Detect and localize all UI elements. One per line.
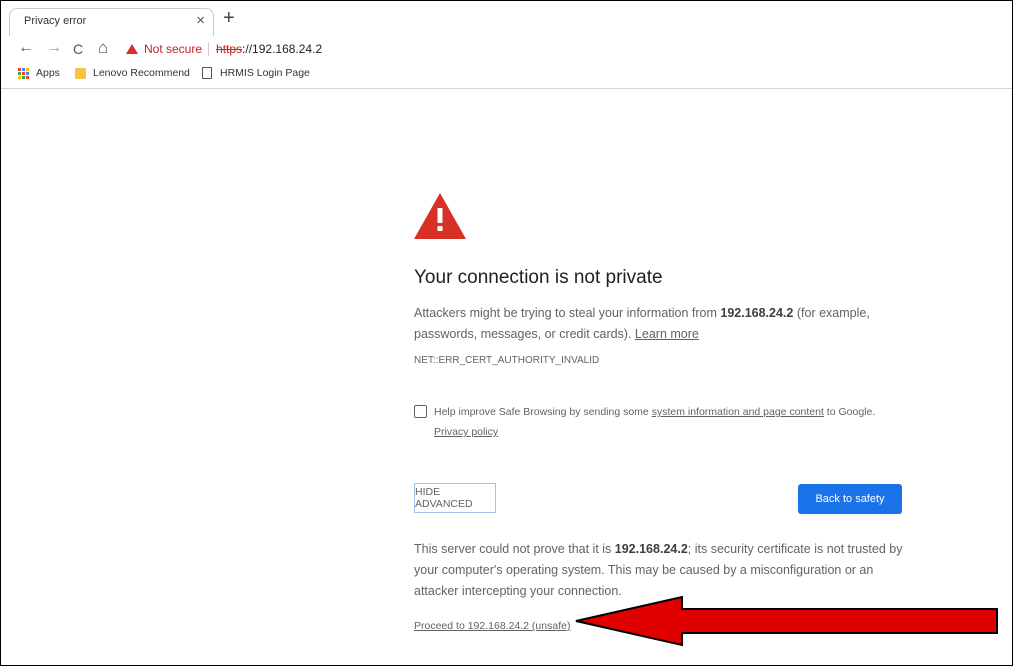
- new-tab-button[interactable]: +: [223, 7, 235, 29]
- annotation-arrow-icon: [575, 595, 998, 647]
- home-icon[interactable]: ⌂: [98, 38, 108, 58]
- warning-triangle-icon: [414, 193, 466, 239]
- host-name: 192.168.24.2: [720, 306, 794, 320]
- page-title: Your connection is not private: [414, 267, 663, 288]
- privacy-policy-link[interactable]: Privacy policy: [434, 426, 498, 438]
- forward-arrow-icon[interactable]: →: [46, 38, 62, 58]
- bookmark-label: Lenovo Recommend: [93, 67, 190, 79]
- tab-strip: Privacy error × +: [1, 1, 1012, 36]
- intro-text: Attackers might be trying to steal your …: [414, 303, 894, 345]
- bookmark-apps[interactable]: Apps: [18, 67, 60, 79]
- folder-icon: [75, 67, 86, 79]
- adv-text-3: your computer's operating system. This m…: [414, 563, 874, 577]
- learn-more-link[interactable]: Learn more: [635, 327, 699, 341]
- error-code: NET::ERR_CERT_AUTHORITY_INVALID: [414, 355, 600, 366]
- checkbox-text-2: to Google.: [823, 406, 876, 418]
- adv-host-name: 192.168.24.2: [614, 542, 688, 556]
- bookmarks-bar: Apps Lenovo Recommend HRMIS Login Page: [1, 62, 1012, 89]
- not-secure-label[interactable]: Not secure: [144, 42, 202, 56]
- close-icon[interactable]: ×: [196, 12, 205, 30]
- bookmark-label: HRMIS Login Page: [220, 67, 310, 79]
- apps-grid-icon: [18, 67, 29, 79]
- adv-text-2: ; its security certificate is not truste…: [687, 542, 903, 556]
- bookmark-label: Apps: [36, 67, 60, 79]
- toolbar: ← → C ⌂ Not secure https ://192.168.24.2: [1, 36, 1012, 62]
- browser-window: Privacy error × + ← → C ⌂ Not secure htt…: [0, 0, 1013, 666]
- advanced-details-text: This server could not prove that it is 1…: [414, 539, 904, 602]
- checkbox-text-1: Help improve Safe Browsing by sending so…: [434, 406, 652, 418]
- reload-icon[interactable]: C: [73, 39, 83, 59]
- back-to-safety-button[interactable]: Back to safety: [798, 484, 902, 514]
- address-bar[interactable]: Not secure https ://192.168.24.2: [126, 38, 986, 60]
- intro-text-2: (for example,: [793, 306, 870, 320]
- proceed-unsafe-link[interactable]: Proceed to 192.168.24.2 (unsafe): [414, 620, 570, 632]
- tab-privacy-error[interactable]: Privacy error ×: [9, 8, 214, 36]
- hide-advanced-button[interactable]: HIDE ADVANCED: [414, 483, 496, 513]
- page-icon: [202, 67, 212, 79]
- bookmark-hrmis[interactable]: HRMIS Login Page: [202, 67, 310, 79]
- tab-title: Privacy error: [24, 15, 87, 27]
- safe-browsing-checkbox[interactable]: [414, 405, 427, 418]
- interstitial-page: Your connection is not private Attackers…: [1, 89, 1012, 665]
- warning-triangle-icon: [126, 44, 138, 54]
- bookmark-lenovo[interactable]: Lenovo Recommend: [75, 67, 191, 79]
- url-text: ://192.168.24.2: [242, 42, 323, 56]
- back-arrow-icon[interactable]: ←: [18, 38, 34, 58]
- intro-text-1: Attackers might be trying to steal your …: [414, 306, 721, 320]
- safe-browsing-text: Help improve Safe Browsing by sending so…: [434, 402, 904, 442]
- url-scheme: https: [216, 42, 243, 56]
- divider: [208, 42, 210, 56]
- adv-text-1: This server could not prove that it is: [414, 542, 615, 556]
- intro-text-3: passwords, messages, or credit cards).: [414, 327, 635, 341]
- system-info-link[interactable]: system information and page content: [652, 406, 824, 418]
